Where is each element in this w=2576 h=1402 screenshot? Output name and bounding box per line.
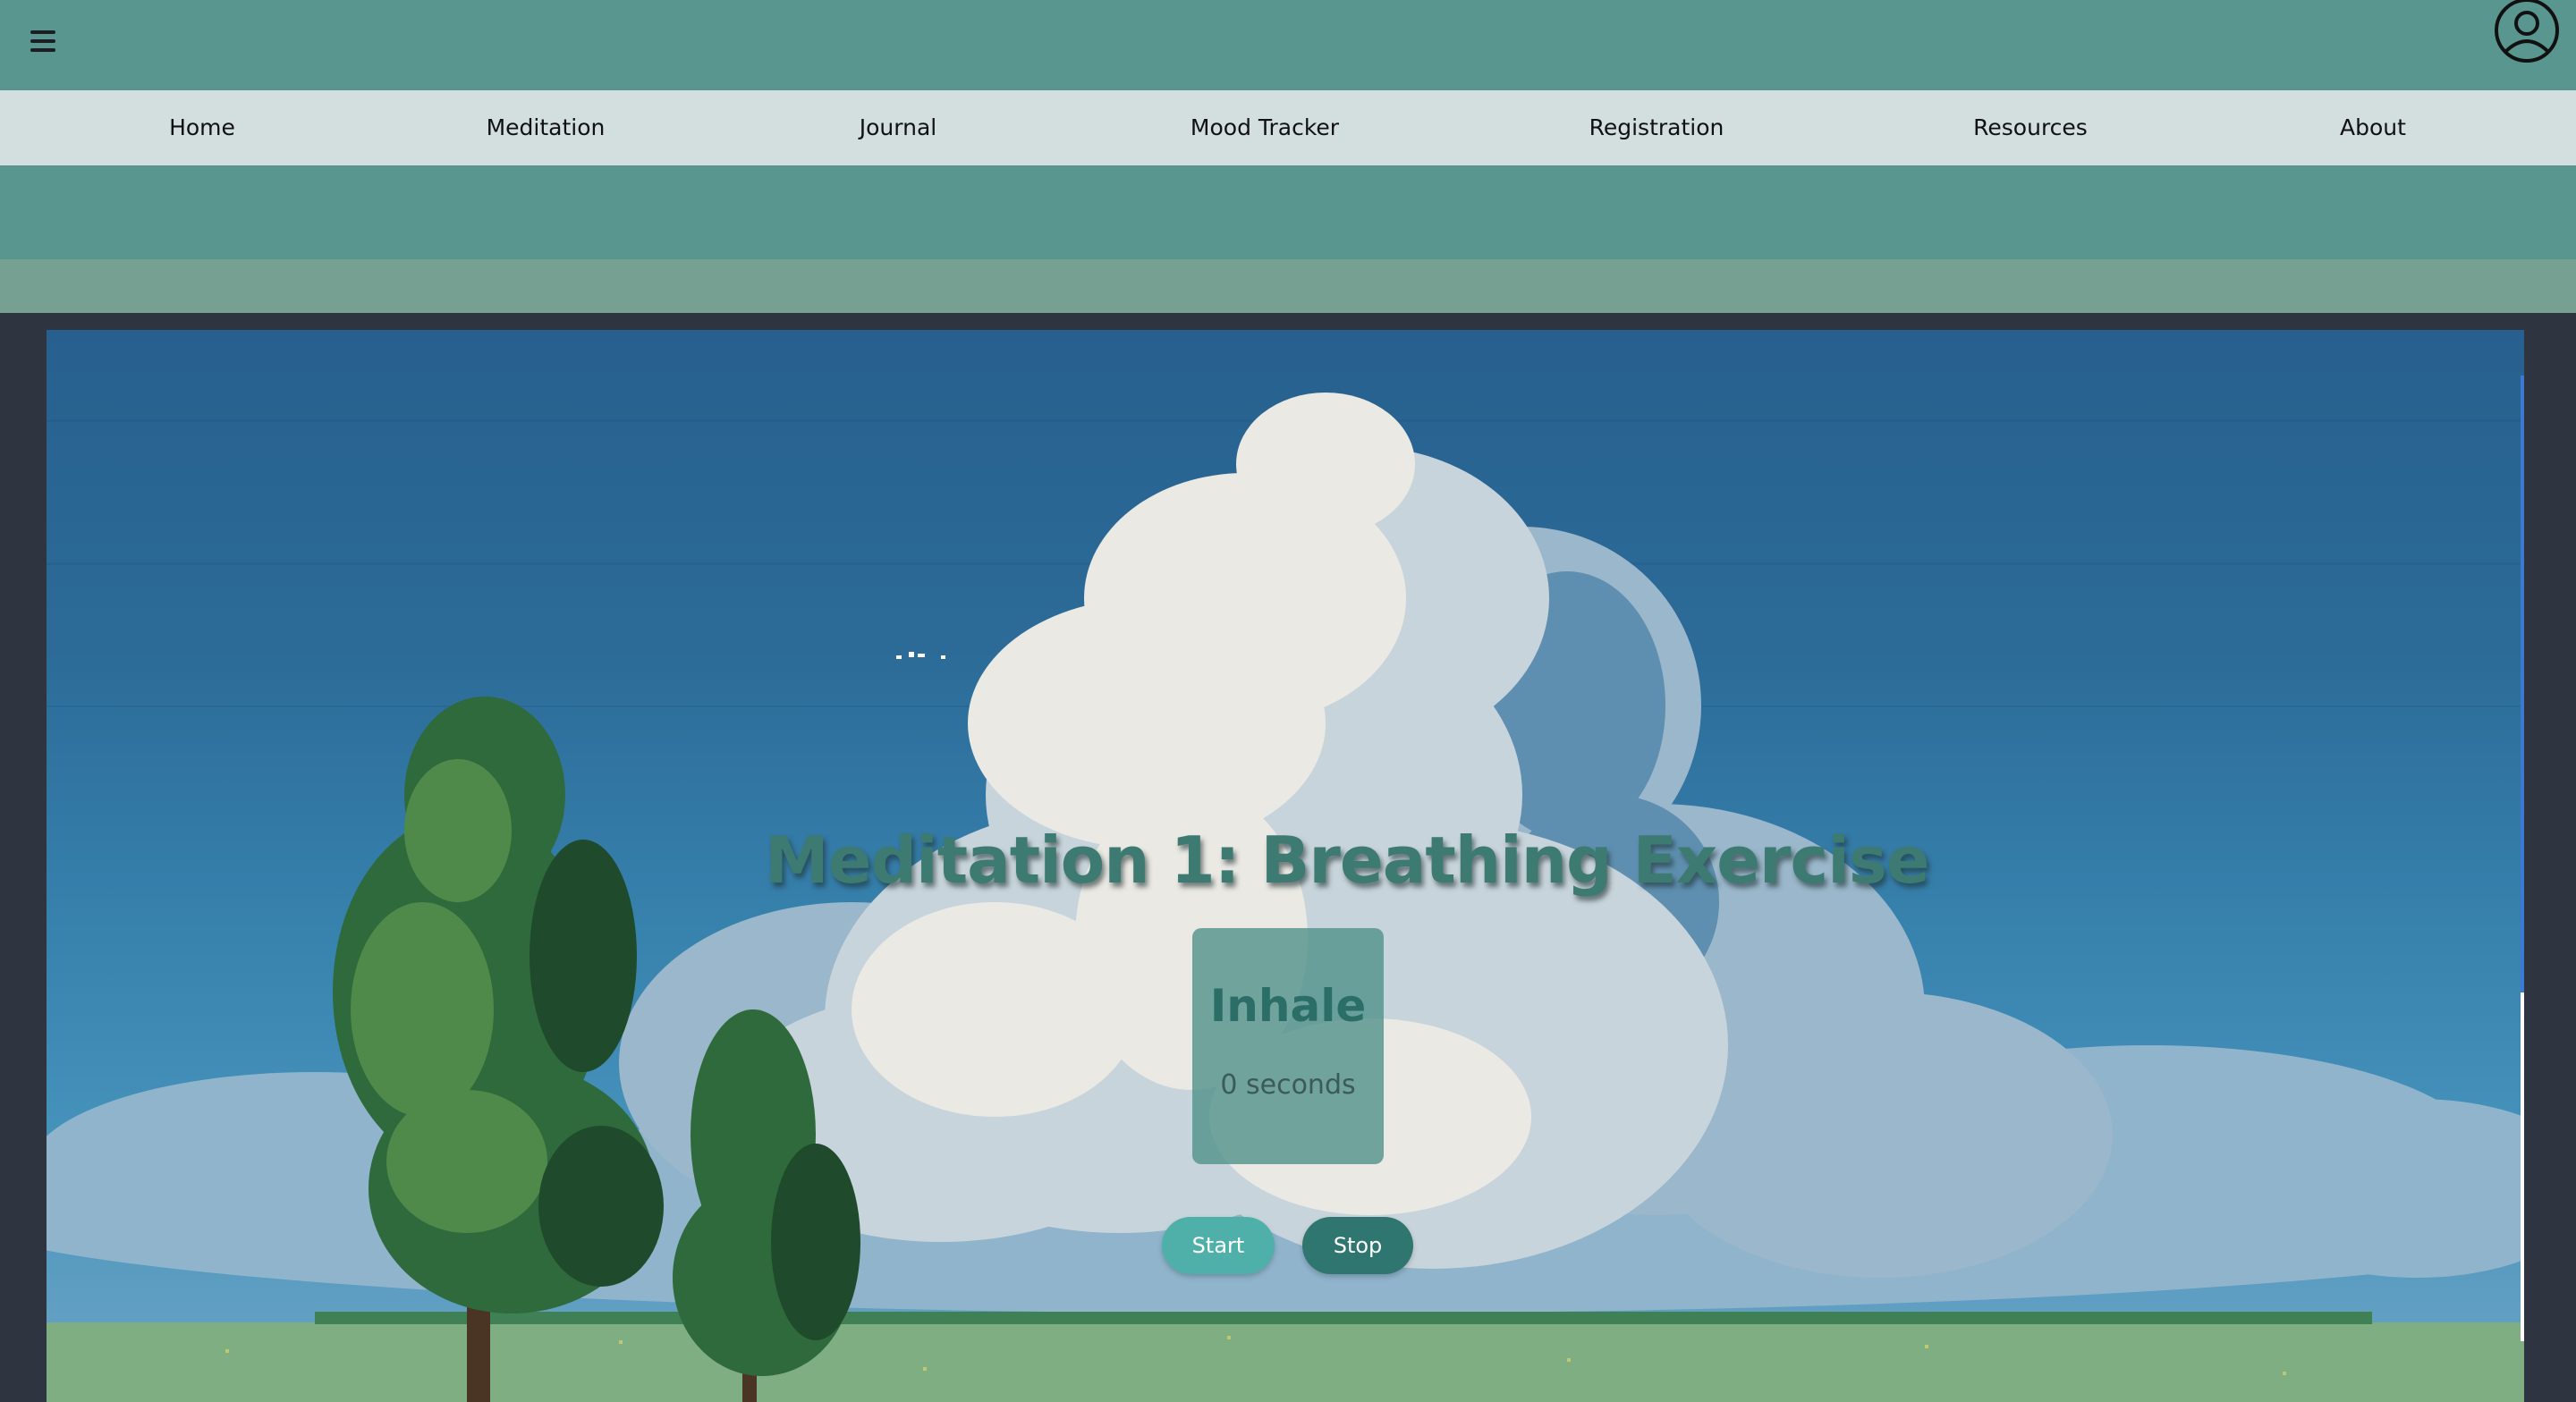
- scrollbar-track-accent: [2521, 376, 2524, 992]
- scrollbar-thumb[interactable]: [2521, 992, 2524, 1341]
- breathing-timer: 0 seconds: [1220, 1069, 1356, 1101]
- breathing-phase-card: Inhale 0 seconds: [1192, 928, 1384, 1164]
- nav-mood-tracker[interactable]: Mood Tracker: [1191, 90, 1339, 165]
- nav-home[interactable]: Home: [169, 90, 235, 165]
- nav-about[interactable]: About: [2340, 90, 2406, 165]
- stop-button[interactable]: Stop: [1302, 1217, 1413, 1274]
- breathing-phase-label: Inhale: [1209, 980, 1367, 1032]
- start-button[interactable]: Start: [1162, 1217, 1275, 1274]
- nav-registration[interactable]: Registration: [1589, 90, 1724, 165]
- user-circle-icon[interactable]: [2492, 0, 2562, 64]
- banner-strip: [0, 259, 2576, 313]
- nav-journal[interactable]: Journal: [860, 90, 936, 165]
- nav-resources[interactable]: Resources: [1973, 90, 2088, 165]
- nav-meditation[interactable]: Meditation: [487, 90, 606, 165]
- header-banner: [0, 165, 2576, 259]
- top-bar: [0, 0, 2576, 90]
- hamburger-menu-icon[interactable]: [25, 21, 64, 61]
- main-nav: Home Meditation Journal Mood Tracker Reg…: [0, 90, 2576, 165]
- exercise-title: Meditation 1: Breathing Exercise: [765, 823, 1930, 898]
